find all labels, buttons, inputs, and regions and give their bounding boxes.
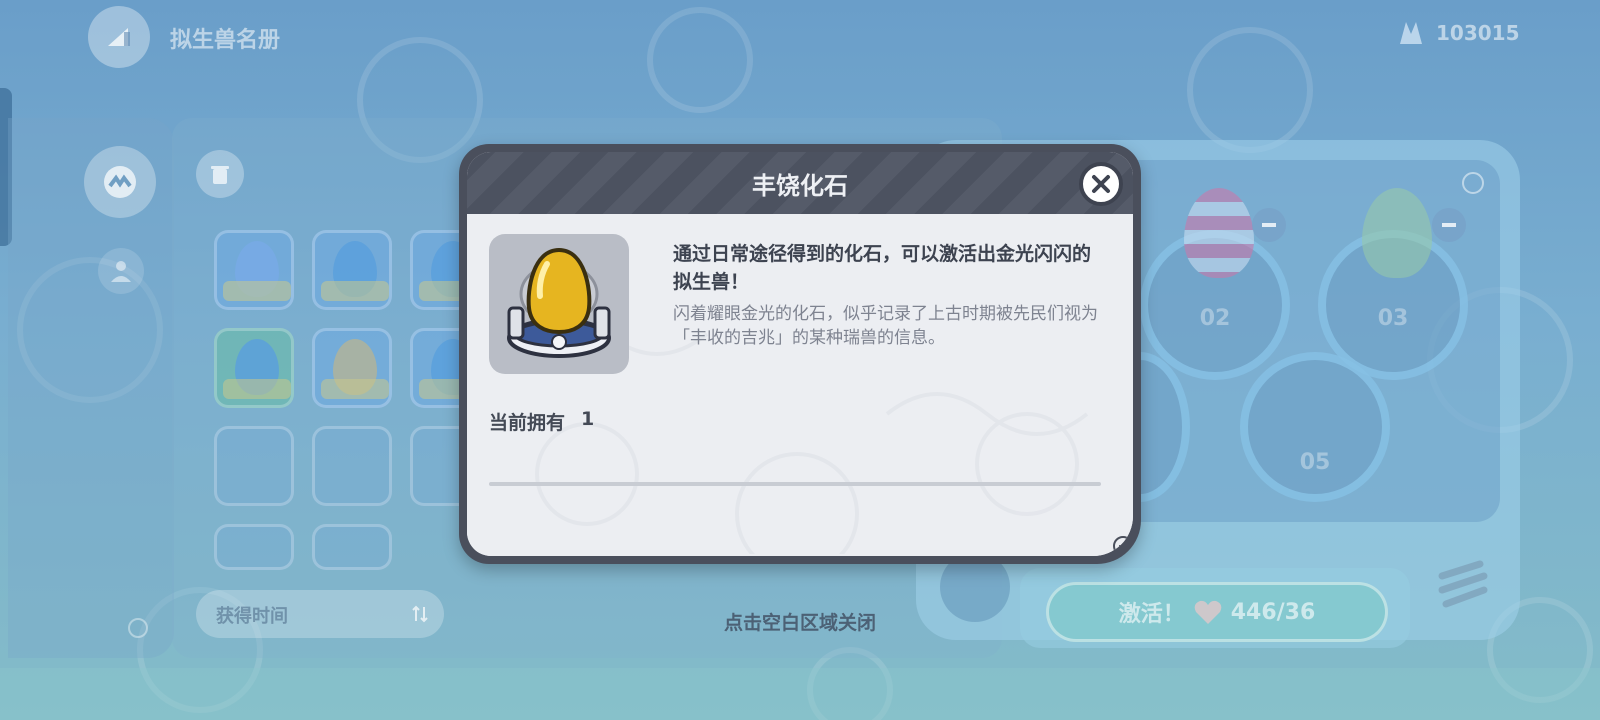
category-button-secondary[interactable] bbox=[98, 248, 144, 294]
item-detail-modal: 丰饶化石 通过日常途径得到的化石，可以激活出金光闪闪的拟生兽！ 闪着耀眼金光的化… bbox=[459, 144, 1141, 564]
category-button-main[interactable] bbox=[84, 146, 156, 218]
item-image-frame bbox=[489, 234, 629, 374]
modal-body: 通过日常途径得到的化石，可以激活出金光闪闪的拟生兽！ 闪着耀眼金光的化石，似乎记… bbox=[467, 214, 1133, 556]
sort-label: 获得时间 bbox=[216, 606, 288, 627]
beast-icon bbox=[104, 166, 136, 198]
slot-number: 05 bbox=[1299, 450, 1331, 475]
collection-slot[interactable] bbox=[312, 328, 392, 408]
collection-slot[interactable] bbox=[312, 230, 392, 310]
sort-dropdown[interactable]: 获得时间 bbox=[196, 590, 444, 638]
figure-icon bbox=[111, 261, 131, 282]
slot-number: 02 bbox=[1199, 306, 1231, 331]
modal-header: 丰饶化石 bbox=[467, 152, 1133, 214]
heart-icon bbox=[1194, 600, 1222, 624]
currency-display: 103015 bbox=[1396, 18, 1520, 48]
sort-arrows-icon bbox=[412, 605, 428, 623]
item-description-main: 通过日常途径得到的化石，可以激活出金光闪闪的拟生兽！ bbox=[673, 243, 1092, 293]
back-arrow-icon bbox=[108, 28, 130, 46]
collection-slot[interactable] bbox=[214, 328, 294, 408]
slot-base bbox=[223, 281, 291, 301]
info-icon[interactable] bbox=[128, 618, 148, 638]
trash-icon bbox=[211, 166, 229, 184]
empty-slot[interactable] bbox=[312, 426, 392, 506]
corner-minus-button[interactable] bbox=[1113, 536, 1133, 556]
collection-slot[interactable] bbox=[214, 230, 294, 310]
activate-cost: 446/36 bbox=[1230, 599, 1316, 625]
empty-slot[interactable] bbox=[312, 524, 392, 570]
modal-content: 丰饶化石 通过日常途径得到的化石，可以激活出金光闪闪的拟生兽！ 闪着耀眼金光的化… bbox=[467, 152, 1133, 556]
incubator-slot[interactable]: 02 bbox=[1140, 188, 1290, 380]
divider bbox=[489, 482, 1101, 486]
empty-slot[interactable] bbox=[214, 524, 294, 570]
owned-label: 当前拥有 bbox=[489, 412, 566, 434]
modal-title: 丰饶化石 bbox=[752, 171, 848, 200]
item-description-sub: 闪着耀眼金光的化石，似乎记录了上古时期被先民们视为「丰收的吉兆」的某种瑞兽的信息… bbox=[673, 304, 1098, 348]
info-icon[interactable] bbox=[1462, 172, 1484, 194]
minus-icon bbox=[1262, 223, 1276, 227]
owned-count: 1 bbox=[581, 408, 595, 430]
activate-label: 激活！ bbox=[1118, 602, 1185, 627]
slot-base bbox=[223, 379, 291, 399]
page-title: 拟生兽名册 bbox=[170, 28, 281, 53]
golden-egg-icon bbox=[507, 247, 611, 358]
currency-value: 103015 bbox=[1436, 21, 1520, 45]
menu-lines-icon[interactable] bbox=[1434, 556, 1492, 614]
bottom-bar bbox=[0, 668, 1600, 720]
remove-slot-button[interactable] bbox=[1432, 208, 1466, 242]
owned-count-row: 当前拥有 1 bbox=[489, 408, 594, 435]
incubator-slot[interactable]: 05 bbox=[1240, 352, 1390, 502]
remove-slot-button[interactable] bbox=[1252, 208, 1286, 242]
close-button[interactable] bbox=[1079, 162, 1123, 206]
empty-slot[interactable] bbox=[214, 426, 294, 506]
minus-icon bbox=[1442, 223, 1456, 227]
slot-base bbox=[321, 379, 389, 399]
delete-button[interactable] bbox=[196, 150, 244, 198]
close-icon bbox=[1092, 175, 1110, 193]
minus-icon bbox=[1118, 545, 1128, 547]
top-bar: 拟生兽名册 103015 bbox=[0, 0, 1600, 118]
close-hint-text: 点击空白区域关闭 bbox=[723, 612, 876, 634]
activate-button[interactable]: 激活！ 446/36 bbox=[1046, 582, 1388, 642]
back-button[interactable] bbox=[88, 6, 150, 68]
slot-base bbox=[321, 281, 389, 301]
slot-number: 03 bbox=[1377, 306, 1409, 331]
crystal-icon bbox=[1400, 22, 1422, 44]
